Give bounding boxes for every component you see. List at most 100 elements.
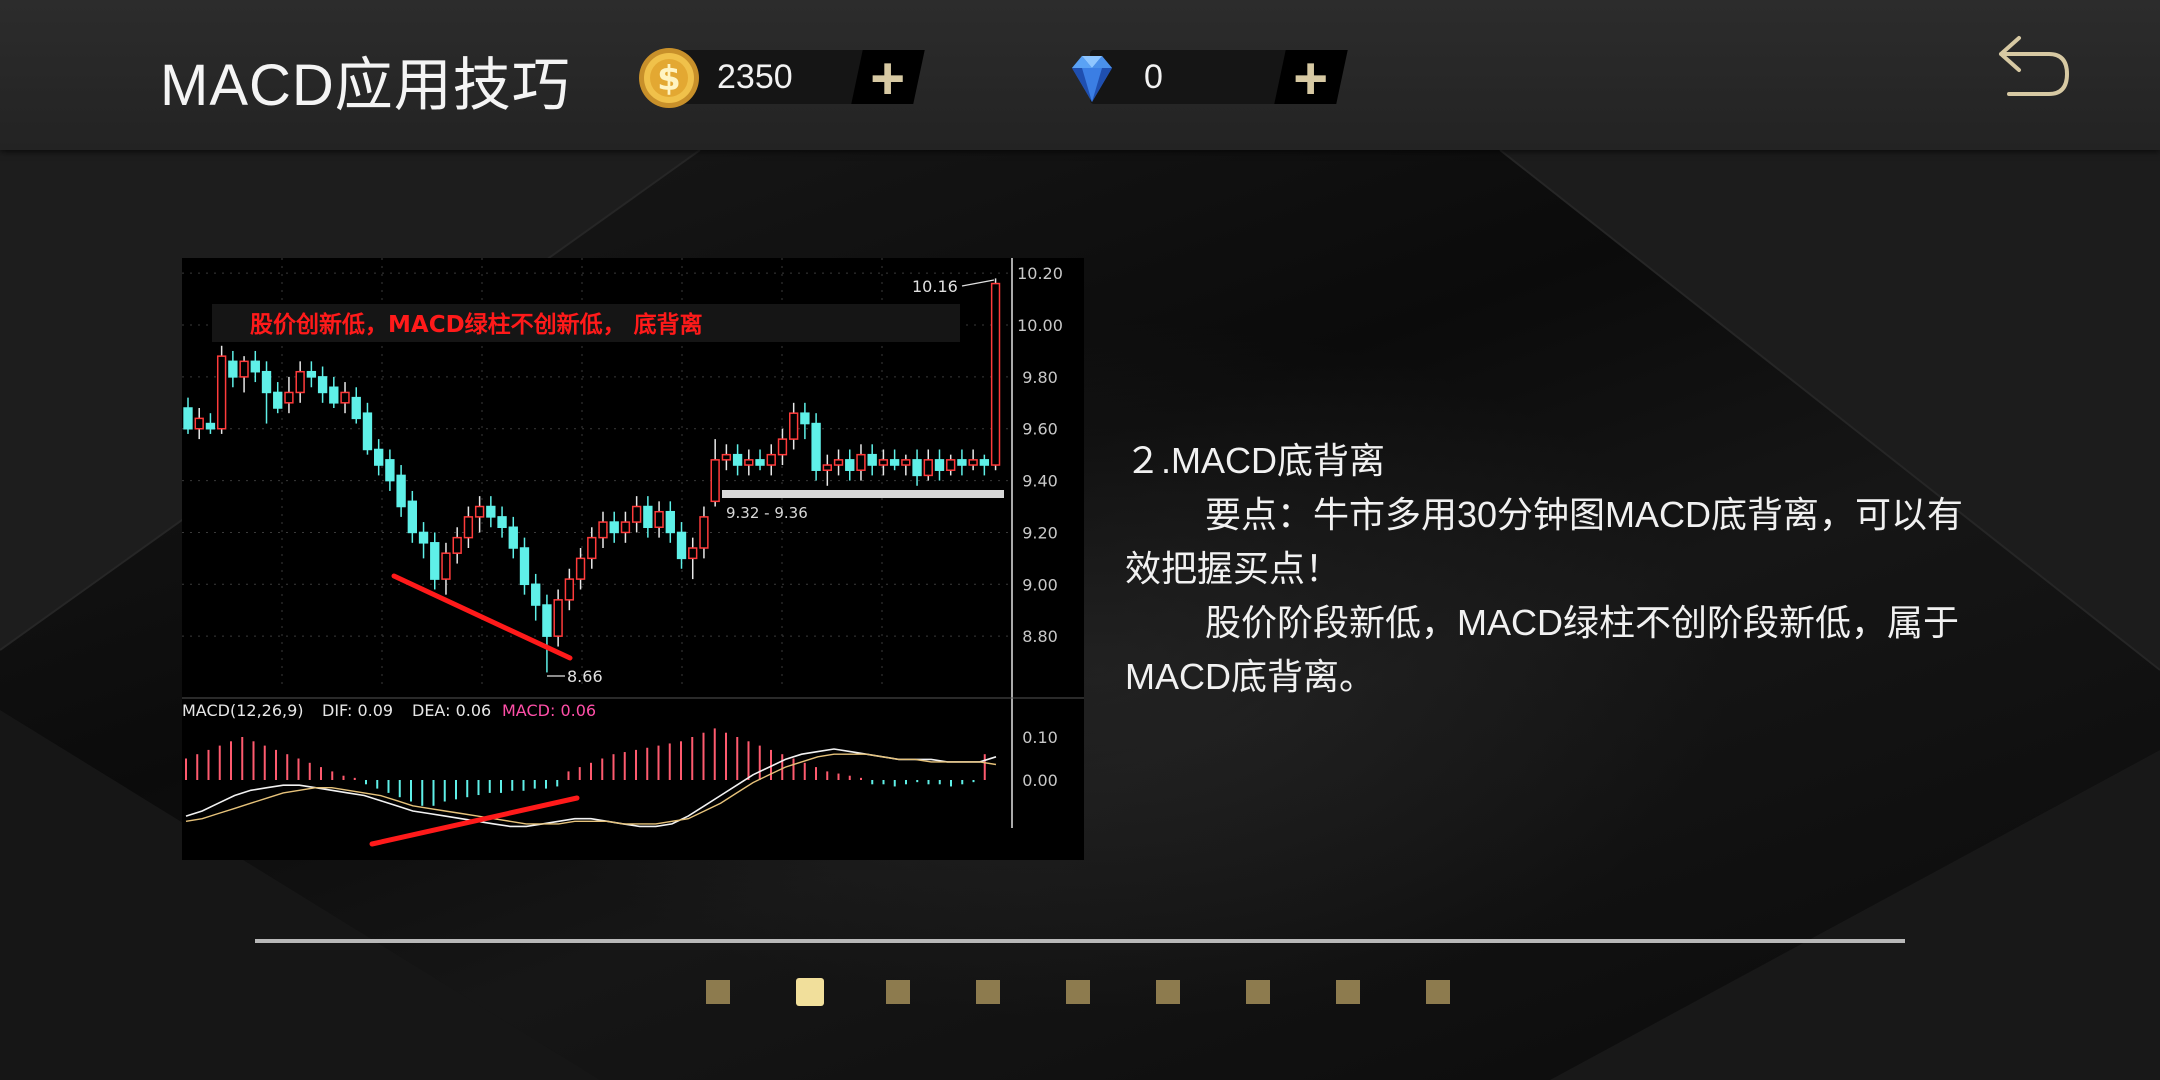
dif-line <box>185 748 997 828</box>
candle-down <box>957 459 967 466</box>
candle-down <box>183 407 193 430</box>
page-dot[interactable] <box>1426 980 1450 1004</box>
candle-down <box>732 453 743 466</box>
candle-down <box>979 459 990 466</box>
candle-up <box>699 516 709 549</box>
candle-down <box>542 604 552 637</box>
price-tick-label: 9.20 <box>1022 523 1058 542</box>
candle-down <box>385 459 395 482</box>
page-title: MACD应用技巧 <box>160 53 571 118</box>
macd-tick-label: 0.00 <box>1022 771 1058 790</box>
candle-up <box>631 505 642 523</box>
page-dot[interactable] <box>706 980 730 1004</box>
back-arrow-icon[interactable] <box>1995 32 2075 102</box>
candle-up <box>789 412 799 440</box>
page-dot-active[interactable] <box>796 978 824 1006</box>
candle-up <box>968 459 978 466</box>
macd-divergence-line <box>369 795 580 847</box>
price-tick-label: 9.60 <box>1022 420 1058 439</box>
plus-icon: + <box>870 45 906 112</box>
candle-down <box>250 360 260 373</box>
candle-down <box>396 474 406 508</box>
page-dot[interactable] <box>1246 980 1270 1004</box>
candle-down <box>407 500 418 534</box>
candle-down <box>362 412 373 451</box>
candle-up <box>654 510 664 529</box>
macd-dif: DIF: 0.09 <box>322 701 393 720</box>
candle-up <box>777 438 788 456</box>
chart-annotations: 股价创新低，MACD绿柱不创新低， 底背离 10.16 8.66 9.32 - 9.3… <box>182 277 1004 847</box>
candle-up <box>340 391 350 404</box>
tip-description: ２.MACD底背离 要点：牛市多用30分钟图MACD底背离，可以有效把握买点！ … <box>1125 434 1985 704</box>
tip-point-1: 要点：牛市多用30分钟图MACD底背离，可以有效把握买点！ <box>1125 494 1964 589</box>
coin-count: 2350 <box>717 58 793 96</box>
high-price-pointer <box>961 279 995 287</box>
candle-down <box>228 360 238 378</box>
candle-up <box>710 459 720 503</box>
page-dot[interactable] <box>976 980 1000 1004</box>
page-indicator <box>706 978 1466 1006</box>
price-tick-label: 8.80 <box>1022 627 1058 646</box>
candle-down <box>329 386 339 404</box>
price-tick-label: 10.20 <box>1017 264 1063 283</box>
top-bar: MACD应用技巧 $ 2350 + 0 + <box>0 0 2160 150</box>
candle-down <box>800 412 810 425</box>
price-tick-label: 9.40 <box>1022 472 1058 491</box>
add-coins-button[interactable]: + <box>851 45 925 112</box>
candle-up <box>239 360 249 378</box>
tip-point-2: 股价阶段新低，MACD绿柱不创阶段新低，属于MACD底背离。 <box>1125 602 1959 697</box>
candle-up <box>474 505 485 518</box>
macd-chart: 10.20 10.00 9.80 9.60 9.40 9.20 9.00 8.80 0.10 0.… <box>182 258 1084 860</box>
page-dot[interactable] <box>886 980 910 1004</box>
svg-text:$: $ <box>657 59 681 99</box>
candle-down <box>867 453 877 466</box>
candle-up <box>284 391 294 404</box>
page-dot[interactable] <box>1156 980 1180 1004</box>
tip-heading: ２.MACD底背离 <box>1125 440 1385 481</box>
chart-svg: 10.20 10.00 9.80 9.60 9.40 9.20 9.00 8.80 0.10 0.… <box>182 258 1084 847</box>
macd-tick-label: 0.10 <box>1022 728 1058 747</box>
price-tick-label: 10.00 <box>1017 316 1063 335</box>
page-dot[interactable] <box>1066 980 1090 1004</box>
candle-down <box>519 547 530 586</box>
gold-coin-icon: $ <box>639 48 699 108</box>
candle-up <box>295 370 305 394</box>
candle-down <box>205 422 216 430</box>
candle-up <box>553 599 563 637</box>
candle-down <box>486 505 496 518</box>
candle-down <box>912 459 922 477</box>
candle-up <box>833 459 844 466</box>
candle-up <box>575 557 586 580</box>
price-tick-label: 9.00 <box>1022 575 1058 594</box>
candle-down <box>811 422 821 471</box>
candle-down <box>508 526 518 549</box>
chart-axes: 10.20 10.00 9.80 9.60 9.40 9.20 9.00 8.80 0.10 0.… <box>182 258 1084 828</box>
candle-up <box>923 459 933 477</box>
macd-histogram <box>185 728 986 806</box>
macd-lines <box>185 748 997 828</box>
macd-dea: DEA: 0.06 <box>412 701 491 720</box>
candle-down <box>273 391 283 409</box>
candle-down <box>531 583 541 606</box>
low-price-label: 8.66 <box>567 667 603 686</box>
candle-down <box>306 370 317 378</box>
macd-params: MACD(12,26,9) <box>182 701 304 720</box>
candle-down <box>351 396 361 420</box>
page-dot[interactable] <box>1336 980 1360 1004</box>
range-label: 9.32 - 9.36 <box>726 504 808 522</box>
candle-down <box>609 521 619 534</box>
candle-up <box>744 459 754 466</box>
candle-down <box>755 459 765 466</box>
candle-up <box>441 552 451 580</box>
diamond-icon <box>1072 56 1112 102</box>
candle-up <box>822 464 832 471</box>
annotation-text: 股价创新低，MACD绿柱不创新低， 底背离 <box>250 311 703 338</box>
candle-up <box>194 417 204 430</box>
add-diamonds-button[interactable]: + <box>1274 45 1348 112</box>
plus-icon: + <box>1293 45 1329 112</box>
candle-up <box>564 578 575 601</box>
diamond-count: 0 <box>1144 58 1163 96</box>
candle-up <box>946 459 956 471</box>
high-price-label: 10.16 <box>912 277 958 296</box>
coin-balance: $ 2350 + <box>637 45 937 112</box>
